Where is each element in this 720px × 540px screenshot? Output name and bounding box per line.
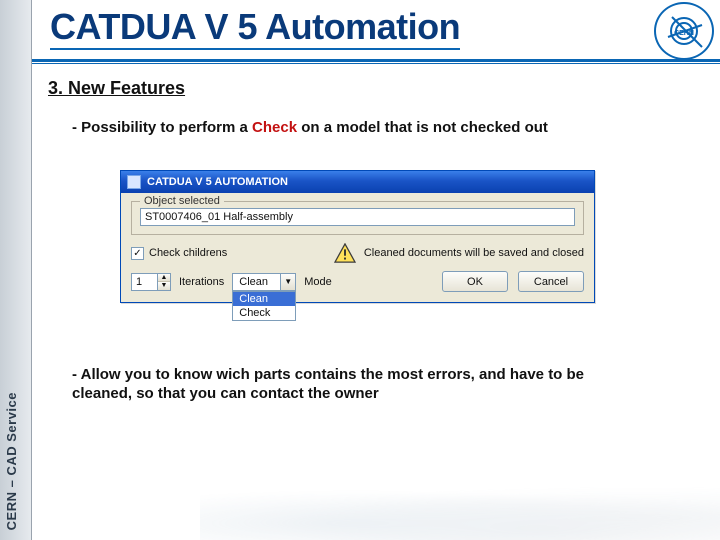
mode-dropdown[interactable]: Clean ▼	[232, 273, 296, 291]
dialog-row-controls: 1 ▲ ▼ Iterations Clean ▼ Clean Check	[131, 271, 584, 292]
warning-icon	[334, 243, 356, 263]
section-title: 3. New Features	[48, 78, 704, 99]
dialog-titlebar[interactable]: CATDUA V 5 AUTOMATION	[121, 171, 594, 193]
mode-dropdown-menu: Clean Check	[232, 291, 296, 321]
cern-logo-text: CERN	[674, 30, 694, 37]
page-title-text: CATDUA V 5 Automation	[50, 6, 460, 50]
sidebar: CERN – CAD Service	[0, 0, 32, 540]
bullet-a-suffix: on a model that is not checked out	[297, 119, 548, 136]
object-selected-legend: Object selected	[140, 195, 224, 207]
chevron-down-icon: ▼	[280, 274, 295, 290]
dialog-row-options: ✓ Check childrens Cleaned documents will…	[131, 243, 584, 263]
iterations-label: Iterations	[179, 276, 224, 288]
warning-text: Cleaned documents will be saved and clos…	[364, 247, 584, 259]
checkbox-icon: ✓	[131, 247, 144, 260]
mode-value: Clean	[233, 276, 280, 288]
stepper-up-icon[interactable]: ▲	[158, 274, 170, 283]
mode-option-check[interactable]: Check	[233, 306, 295, 320]
dialog-system-icon	[127, 175, 141, 189]
warning-message: Cleaned documents will be saved and clos…	[334, 243, 584, 263]
bullet-check-feature: - Possibility to perform a Check on a mo…	[72, 119, 704, 136]
sidebar-label: CERN – CAD Service	[4, 392, 19, 530]
bullet-owner: - Allow you to know wich parts contains …	[72, 366, 632, 404]
header-divider	[32, 63, 720, 64]
dialog-title: CATDUA V 5 AUTOMATION	[147, 176, 288, 188]
mode-label: Mode	[304, 276, 332, 288]
cancel-button[interactable]: Cancel	[518, 271, 584, 292]
decorative-background	[200, 484, 720, 540]
object-selected-group: Object selected	[131, 201, 584, 235]
mode-option-clean[interactable]: Clean	[233, 292, 295, 306]
object-selected-input[interactable]	[140, 208, 575, 226]
bullet-a-keyword: Check	[252, 119, 297, 136]
slide-header: CATDUA V 5 Automation CERN	[32, 0, 720, 62]
iterations-stepper[interactable]: 1 ▲ ▼	[131, 273, 171, 291]
stepper-down-icon[interactable]: ▼	[158, 282, 170, 290]
bullet-a-prefix: - Possibility to perform a	[72, 119, 252, 136]
iterations-value: 1	[132, 276, 157, 288]
catdua-dialog: CATDUA V 5 AUTOMATION Object selected ✓ …	[120, 170, 595, 303]
page-title: CATDUA V 5 Automation	[50, 6, 460, 48]
check-childrens-label: Check childrens	[149, 247, 227, 259]
cern-logo: CERN	[654, 2, 714, 60]
ok-button[interactable]: OK	[442, 271, 508, 292]
check-childrens-checkbox[interactable]: ✓ Check childrens	[131, 247, 227, 260]
